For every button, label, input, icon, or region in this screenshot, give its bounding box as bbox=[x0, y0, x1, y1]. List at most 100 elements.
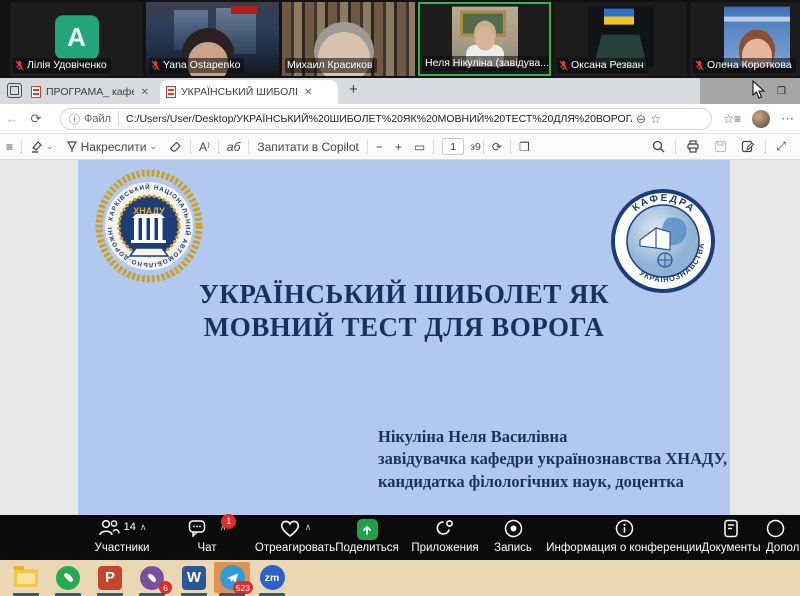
pdf-toolbar: ≡ ⌄ Накреслити ⌄ A⁾ аб Запитати в Copilo… bbox=[0, 134, 800, 160]
dictionary-button[interactable]: аб bbox=[221, 140, 246, 154]
toc-icon[interactable]: ≡ bbox=[0, 140, 19, 154]
file-explorer-icon bbox=[14, 569, 38, 587]
whatsapp-icon bbox=[56, 566, 80, 590]
video-strip: A Лілія Удовіченко Yana Ostapenko Михаил… bbox=[0, 0, 800, 78]
tab-search-icon[interactable] bbox=[7, 83, 22, 98]
zoom-in-button[interactable]: + bbox=[389, 140, 408, 154]
participant-tile-olena[interactable]: Олена Короткова bbox=[690, 2, 800, 76]
highlighter-tool[interactable]: ⌄ bbox=[24, 140, 60, 153]
meeting-info-button[interactable]: Информация о конференции bbox=[538, 519, 710, 554]
url-text: C:/Users/User/Desktop/УКРАЇНСЬКИЙ%20ШИБО… bbox=[126, 113, 632, 125]
browser-menu-icon[interactable]: ⋯ bbox=[781, 111, 794, 127]
react-chevron-icon[interactable]: ∧ bbox=[305, 522, 312, 533]
documents-button[interactable]: Документы bbox=[696, 519, 766, 554]
pdf-toolbar-right: ⤢ bbox=[646, 139, 800, 154]
page-number-input[interactable]: 1 bbox=[442, 138, 464, 155]
tab-shibolet-active[interactable]: УКРАЇНСЬКИЙ ШИБОЛЕТ ЯК МО ✕ bbox=[160, 80, 338, 104]
record-icon bbox=[504, 519, 523, 538]
participant-tile-mikhail[interactable]: Михаил Красиков bbox=[282, 2, 415, 76]
taskbar-viber[interactable]: 6 bbox=[134, 562, 170, 593]
search-button[interactable] bbox=[646, 140, 671, 153]
save-as-icon bbox=[741, 140, 755, 153]
collections-icon[interactable]: ☆≡ bbox=[723, 112, 741, 126]
document-icon bbox=[723, 519, 739, 538]
participant-name: Лілія Удовіченко bbox=[13, 58, 111, 73]
info-circle-icon: ⓘ bbox=[69, 111, 80, 127]
fit-page-button[interactable]: ▭ bbox=[408, 140, 431, 154]
chat-icon bbox=[188, 519, 208, 537]
taskbar-zoom[interactable]: zm bbox=[254, 562, 290, 593]
eraser-icon bbox=[169, 141, 182, 153]
mic-muted-icon bbox=[695, 60, 704, 71]
read-aloud-button[interactable]: A⁾ bbox=[193, 140, 216, 154]
zoom-out-button[interactable]: − bbox=[370, 140, 389, 154]
pdf-viewport[interactable]: ХАРКІВСЬКИЙ НАЦІОНАЛЬНИЙ АВТОМОБІЛЬНО-ДО… bbox=[0, 160, 800, 515]
chat-badge: 1 bbox=[221, 514, 236, 529]
participant-tile-nelia-active-speaker[interactable]: Неля Нікуліна (завідува... bbox=[418, 2, 551, 76]
taskbar-file-explorer[interactable] bbox=[8, 562, 44, 593]
share-icon bbox=[357, 519, 378, 540]
presentation-slide: ХАРКІВСЬКИЙ НАЦІОНАЛЬНИЙ АВТОМОБІЛЬНО-ДО… bbox=[78, 160, 730, 515]
favorite-star-icon[interactable]: ☆ bbox=[650, 112, 661, 126]
avatar: A bbox=[55, 15, 99, 59]
window-controls: − ❐ bbox=[700, 78, 800, 104]
zoom-out-page-icon[interactable]: ⊖ bbox=[636, 112, 646, 126]
restore-button[interactable]: ❐ bbox=[777, 86, 786, 97]
powerpoint-icon: P bbox=[98, 566, 122, 590]
heart-icon bbox=[279, 519, 301, 538]
mic-muted-icon bbox=[15, 60, 24, 71]
pen-icon bbox=[66, 140, 78, 153]
back-icon[interactable]: ← bbox=[0, 111, 24, 126]
participants-chevron-icon[interactable]: ∧ bbox=[140, 522, 147, 533]
close-tab-icon[interactable]: ✕ bbox=[302, 87, 314, 98]
copilot-button[interactable]: Запитати в Copilot bbox=[251, 140, 365, 154]
address-field[interactable]: ⓘ Файл C:/Users/User/Desktop/УКРАЇНСЬКИЙ… bbox=[60, 108, 712, 130]
close-tab-icon[interactable]: ✕ bbox=[139, 87, 151, 98]
record-button[interactable]: Запись bbox=[483, 519, 543, 554]
participant-name: Оксана Резван bbox=[557, 58, 648, 73]
slide-author-block: Нікуліна Неля Василівна завідувачка кафе… bbox=[378, 426, 727, 493]
page-view-button[interactable]: ❐ bbox=[513, 140, 536, 154]
page-count-label: з9 bbox=[470, 141, 481, 153]
print-button[interactable] bbox=[680, 140, 706, 153]
taskbar-powerpoint[interactable]: P bbox=[92, 562, 128, 593]
save-as-button[interactable] bbox=[735, 140, 761, 153]
fullscreen-button[interactable]: ⤢ bbox=[770, 139, 792, 154]
profile-avatar[interactable] bbox=[752, 110, 770, 128]
word-icon: W bbox=[182, 566, 206, 590]
tab-programa[interactable]: ПРОГРАМА_ кафедральної конф ✕ bbox=[25, 80, 157, 104]
browser-address-bar: ← ⟳ ⓘ Файл C:/Users/User/Desktop/УКРАЇНС… bbox=[0, 104, 800, 134]
file-scheme-label[interactable]: ⓘ Файл bbox=[69, 111, 119, 127]
printer-icon bbox=[686, 140, 700, 153]
participant-tile-yana[interactable]: Yana Ostapenko bbox=[146, 2, 279, 76]
participants-icon bbox=[98, 519, 120, 536]
save-button[interactable] bbox=[708, 140, 733, 153]
new-tab-button[interactable]: + bbox=[345, 81, 362, 98]
participant-tile-lilia[interactable]: A Лілія Удовіченко bbox=[10, 2, 143, 76]
chat-button[interactable]: 1 ∧ Чат bbox=[172, 519, 242, 554]
participant-tile-oksana[interactable]: Оксана Резван bbox=[554, 2, 687, 76]
highlighter-icon bbox=[30, 140, 43, 153]
taskbar-word[interactable]: W bbox=[176, 562, 212, 593]
pdf-file-icon bbox=[166, 86, 176, 98]
mic-muted-icon bbox=[151, 60, 160, 71]
taskbar-telegram[interactable]: 523 bbox=[214, 562, 250, 593]
share-screen-button[interactable]: Поделиться bbox=[322, 519, 412, 554]
eraser-tool[interactable] bbox=[163, 141, 188, 153]
khnadu-logo: ХАРКІВСЬКИЙ НАЦІОНАЛЬНИЙ АВТОМОБІЛЬНО-ДО… bbox=[94, 168, 204, 284]
rotate-button[interactable]: ⟳ bbox=[486, 140, 508, 154]
more-button[interactable]: Допол bbox=[766, 519, 800, 554]
participants-button[interactable]: 14 ∧ Участники bbox=[72, 519, 172, 554]
zoom-app-icon: zm bbox=[260, 565, 285, 590]
participant-count: 14 bbox=[124, 521, 136, 533]
participant-name: Олена Короткова bbox=[693, 58, 796, 73]
pdf-file-icon bbox=[31, 86, 41, 98]
participant-name: Yana Ostapenko bbox=[149, 58, 244, 73]
apps-button[interactable]: Приложения bbox=[400, 519, 490, 554]
taskbar-whatsapp[interactable] bbox=[50, 562, 86, 593]
reload-icon[interactable]: ⟳ bbox=[24, 111, 48, 127]
apps-icon bbox=[435, 519, 455, 538]
draw-tool[interactable]: Накреслити ⌄ bbox=[60, 140, 163, 154]
participant-name: Неля Нікуліна (завідува... bbox=[423, 56, 550, 71]
info-icon bbox=[615, 519, 634, 538]
